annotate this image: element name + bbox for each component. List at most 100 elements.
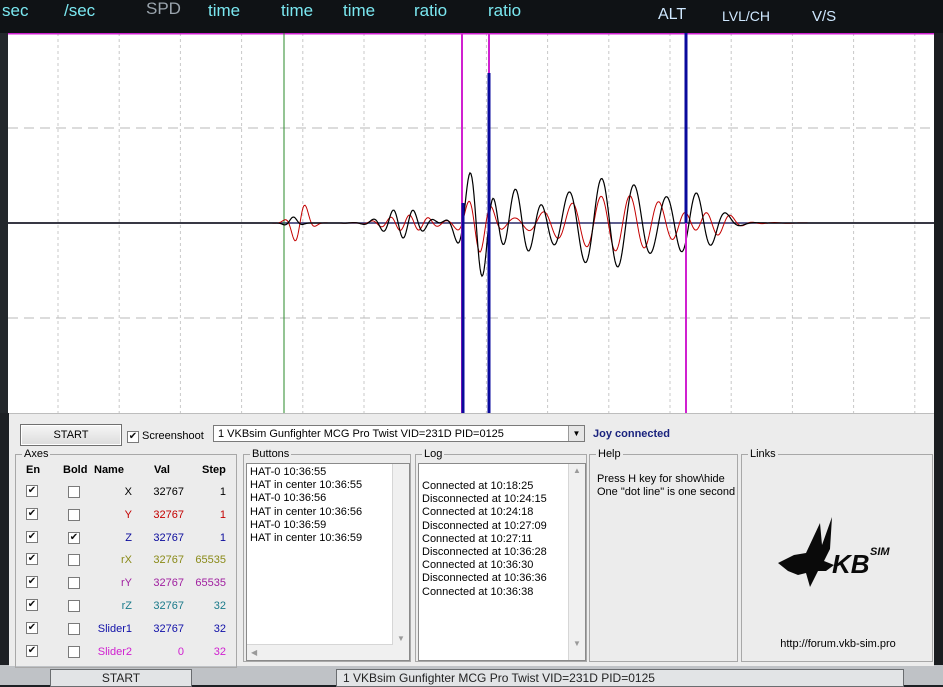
axis-row-slider1: ✔ Slider1 32767 32 [16, 619, 238, 641]
bg-label-alt: ALT [658, 6, 687, 23]
axes-group-title: Axes [22, 448, 51, 461]
log-group-title: Log [422, 448, 445, 461]
axis-enable-checkbox[interactable]: ✔ [26, 644, 38, 657]
axis-row-rz: ✔ rZ 32767 32 [16, 596, 238, 618]
help-line-1: Press H key for show\hide [597, 473, 725, 485]
axis-name: rX [121, 554, 132, 567]
axis-bold-checkbox[interactable] [68, 645, 80, 658]
axis-value: 32767 [153, 508, 184, 521]
axis-bold-checkbox[interactable] [68, 622, 80, 635]
links-group-title: Links [748, 448, 778, 461]
log-list[interactable]: Connected at 10:18:25 Disconnected at 10:… [418, 463, 586, 661]
axes-header-val: Val [154, 464, 170, 476]
axes-header-bold: Bold [63, 464, 88, 476]
buttons-line: HAT in center 10:36:55 [250, 479, 363, 492]
scroll-down-icon[interactable]: ▼ [573, 639, 581, 648]
axes-group: Axes En Bold Name Val Step ✔ X 32767 1 ✔ Y 327… [15, 448, 238, 668]
trace-y [8, 195, 934, 253]
axis-bold-checkbox[interactable] [68, 508, 80, 521]
axes-header-step: Step [202, 464, 226, 476]
axis-value: 32767 [153, 600, 184, 612]
screenshoot-label: Screenshoot [142, 430, 204, 442]
log-line: Connected at 10:24:18 [422, 506, 534, 519]
background-cockpit-strip: sec /sec SPD time time time ratio ratio … [0, 0, 943, 33]
bg-label-sec: sec [2, 1, 29, 20]
log-vscrollbar[interactable]: ▲ ▼ [568, 464, 585, 660]
forum-link[interactable]: http://forum.vkb-sim.pro [742, 638, 934, 650]
scroll-down-icon[interactable]: ▼ [397, 634, 405, 643]
axis-value: 32767 [153, 554, 184, 567]
log-line: Disconnected at 10:36:28 [422, 546, 547, 559]
axis-bold-checkbox[interactable]: ✔ [68, 531, 80, 544]
log-group: Log Connected at 10:18:25 Disconnected at… [415, 448, 587, 662]
help-line-2: One "dot line" is one second [597, 486, 736, 498]
axis-row-z: ✔ ✔ Z 32767 1 [16, 528, 238, 550]
buttons-line: HAT-0 10:36:56 [250, 492, 327, 505]
log-line: Connected at 10:18:25 [422, 480, 534, 492]
axis-enable-checkbox[interactable]: ✔ [26, 599, 38, 611]
log-line: Disconnected at 10:27:09 [422, 519, 547, 532]
bg-label-ratio-1: ratio [414, 1, 448, 20]
axis-enable-checkbox[interactable]: ✔ [26, 485, 38, 497]
buttons-list[interactable]: HAT-0 10:36:55 HAT in center 10:36:55 HAT-… [246, 463, 410, 661]
axis-name: rY [121, 577, 132, 590]
axes-header-name: Name [94, 464, 124, 476]
axis-enable-checkbox[interactable]: ✔ [26, 553, 38, 566]
axis-value: 0 [177, 645, 184, 658]
vkbsim-logo-text: KB [832, 549, 870, 579]
buttons-lines: HAT-0 10:36:55 HAT in center 10:36:55 HAT-… [247, 464, 409, 545]
start-button[interactable]: START [20, 424, 122, 446]
axis-value: 32767 [153, 622, 184, 635]
log-line: Disconnected at 10:36:36 [422, 572, 547, 585]
axis-row-rx: ✔ rX 32767 65535 [16, 550, 238, 572]
axis-row-y: ✔ Y 32767 1 [16, 505, 238, 527]
bg-label-ratio-2: ratio [488, 1, 522, 20]
axis-bold-checkbox[interactable] [68, 554, 80, 567]
scroll-left-icon[interactable]: ◀ [251, 648, 257, 657]
axis-name: X [124, 486, 132, 498]
axis-bold-checkbox[interactable] [68, 600, 80, 612]
axis-bold-checkbox[interactable] [68, 577, 80, 590]
log-line: Disconnected at 10:24:15 [422, 493, 547, 506]
vkbsim-logo-sup: SIM [870, 546, 890, 558]
log-lines: Connected at 10:18:25 Disconnected at 10:… [419, 464, 585, 599]
axis-enable-checkbox[interactable]: ✔ [26, 576, 38, 589]
axis-step: 1 [219, 531, 226, 544]
help-group: Help Press H key for show\hide One "dot … [589, 448, 738, 662]
axis-enable-checkbox[interactable]: ✔ [26, 530, 38, 543]
chevron-down-icon[interactable]: ▼ [568, 426, 584, 441]
trace-x [8, 171, 934, 278]
axis-name: Slider1 [97, 622, 132, 635]
axis-enable-checkbox[interactable]: ✔ [26, 621, 38, 634]
log-line: Connected at 10:36:30 [422, 559, 534, 572]
axis-value: 32767 [153, 486, 184, 498]
vkbsim-bird-icon [778, 517, 834, 587]
vkbsim-logo[interactable]: KB SIM [776, 515, 906, 595]
scroll-up-icon[interactable]: ▲ [573, 466, 581, 475]
log-line: Connected at 10:27:11 [422, 532, 533, 545]
axis-value: 32767 [153, 531, 184, 544]
axis-bold-checkbox[interactable] [68, 486, 80, 498]
bg-label-time-3: time [343, 1, 376, 20]
help-text: Press H key for show\hide One "dot line"… [597, 473, 735, 499]
bg-label-lvl-ch: LVL/CH [722, 8, 770, 24]
screenshoot-checkbox[interactable]: ✔ [127, 431, 139, 443]
buttons-hscrollbar[interactable]: ◀ [247, 644, 409, 660]
axis-enable-checkbox[interactable]: ✔ [26, 507, 38, 520]
trace-canvas [8, 33, 934, 413]
buttons-group-title: Buttons [250, 448, 292, 461]
axis-row-ry: ✔ rY 32767 65535 [16, 573, 238, 595]
device-select-value: 1 VKBsim Gunfighter MCG Pro Twist VID=23… [218, 428, 504, 440]
bg-label-vs: V/S [812, 8, 837, 25]
log-line: Connected at 10:36:38 [422, 585, 534, 598]
bg-label-per-sec: /sec [64, 1, 96, 20]
axis-step: 1 [219, 486, 226, 498]
device-select[interactable]: 1 VKBsim Gunfighter MCG Pro Twist VID=23… [213, 425, 585, 442]
axis-name: rZ [121, 600, 132, 612]
buttons-vscrollbar[interactable]: ▼ [392, 464, 409, 645]
axis-name: Y [124, 508, 132, 521]
axis-step: 65535 [195, 577, 226, 590]
axis-name: Slider2 [97, 645, 132, 658]
bg-label-time-2: time [281, 1, 314, 20]
buttons-line: HAT-0 10:36:55 [250, 466, 327, 478]
